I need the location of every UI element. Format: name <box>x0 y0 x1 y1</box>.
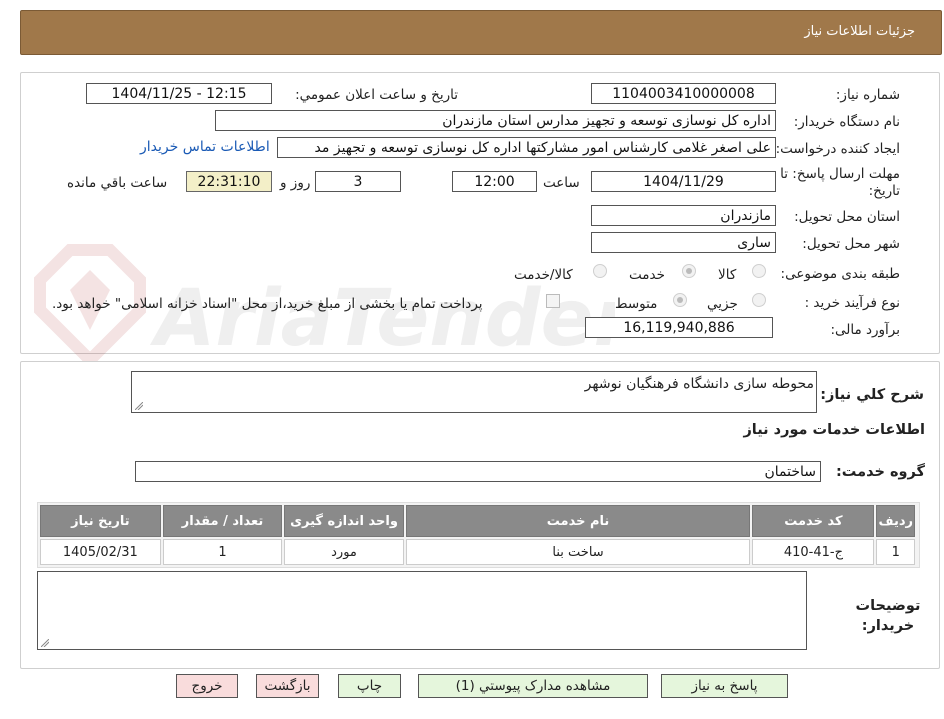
service-group-field: ساختمان <box>135 461 821 482</box>
cell-service-name: ساخت بنا <box>405 539 751 565</box>
cell-service-code: ج-41-410 <box>752 539 875 565</box>
requester-field: علی اصغر غلامی کارشناس امور مشارکتها ادا… <box>277 137 776 158</box>
cell-row-number: 1 <box>876 539 915 565</box>
budget-field: 16,119,940,886 <box>585 317 773 338</box>
remaining-label: ساعت باقي مانده <box>67 175 168 191</box>
reply-button[interactable]: پاسخ به نياز <box>661 674 788 698</box>
process-option-minor: جزيي <box>707 296 738 312</box>
process-option-medium: متوسط <box>615 296 658 312</box>
province-field: مازندران <box>591 205 776 226</box>
print-button[interactable]: چاپ <box>338 674 401 698</box>
payment-note: پرداخت تمام یا بخشی از مبلغ خرید،از محل … <box>52 296 483 312</box>
requester-label: ايجاد کننده درخواست: <box>775 141 900 157</box>
deadline-time-field: 12:00 <box>452 171 537 192</box>
deadline-label: مهلت ارسال پاسخ: تا تاریخ: <box>780 166 900 199</box>
col-header-row-number: رديف <box>876 505 915 537</box>
category-option-goods-service: کالا/خدمت <box>514 267 573 283</box>
category-option-goods: کالا <box>718 267 737 283</box>
table-header-row: رديف کد خدمت نام خدمت واحد اندازه گيری ت… <box>40 505 915 537</box>
category-label: طبقه بندی موضوعی: <box>780 266 900 282</box>
cell-need-date: 1405/02/31 <box>40 539 161 565</box>
process-radio-medium[interactable] <box>673 293 687 307</box>
page-header: جزئیات اطلاعات نیاز <box>20 10 942 55</box>
buyer-contact-link[interactable]: اطلاعات تماس خريدار <box>140 139 270 155</box>
day-and-label: روز و <box>280 175 311 191</box>
category-radio-service[interactable] <box>682 264 696 278</box>
description-label: شرح کلي نياز: <box>820 387 924 403</box>
table-row: 1 ج-41-410 ساخت بنا مورد 1 1405/02/31 <box>40 539 915 565</box>
remaining-time-field: 22:31:10 <box>186 171 272 192</box>
buyer-notes-textarea[interactable] <box>37 571 807 650</box>
deadline-date-field: 1404/11/29 <box>591 171 776 192</box>
announce-field: 1404/11/25 - 12:15 <box>86 83 272 104</box>
buyer-org-field: اداره کل نوسازی توسعه و تجهیز مدارس استا… <box>215 110 776 131</box>
description-textarea[interactable]: محوطه سازی دانشگاه فرهنگیان نوشهر <box>131 371 817 413</box>
services-heading: اطلاعات خدمات مورد نياز <box>743 422 925 438</box>
col-header-service-name: نام خدمت <box>405 505 751 537</box>
col-header-need-date: تاريخ نياز <box>40 505 161 537</box>
city-label: شهر محل تحويل: <box>802 236 900 252</box>
cell-unit: مورد <box>284 539 404 565</box>
need-number-field: 1104003410000008 <box>591 83 776 104</box>
resize-handle-icon[interactable] <box>135 402 143 410</box>
city-field: ساری <box>591 232 776 253</box>
payment-checkbox[interactable] <box>546 294 560 308</box>
days-remaining-field: 3 <box>315 171 401 192</box>
deadline-time-label: ساعت <box>543 175 580 191</box>
buyer-notes-label: توضيحات خريدار: <box>855 598 921 634</box>
watermark-text: AriaTender.net <box>149 274 615 364</box>
process-label: نوع فرآيند خريد : <box>804 295 900 311</box>
service-group-label: گروه خدمت: <box>835 464 925 480</box>
col-header-service-code: کد خدمت <box>752 505 875 537</box>
resize-handle-icon[interactable] <box>41 639 49 647</box>
view-attachments-button[interactable]: مشاهده مدارک پيوستي (1) <box>418 674 648 698</box>
province-label: استان محل تحويل: <box>794 209 900 225</box>
process-radio-minor[interactable] <box>752 293 766 307</box>
category-radio-goods-service[interactable] <box>593 264 607 278</box>
budget-label: برآورد مالی: <box>830 322 900 338</box>
category-radio-goods[interactable] <box>752 264 766 278</box>
exit-button[interactable]: خروج <box>176 674 238 698</box>
page-title: جزئیات اطلاعات نیاز <box>804 24 915 39</box>
buyer-org-label: نام دستگاه خريدار: <box>793 114 900 130</box>
cell-quantity: 1 <box>162 539 283 565</box>
back-button[interactable]: بازگشت <box>256 674 319 698</box>
announce-label: تاریخ و ساعت اعلان عمومي: <box>295 87 458 103</box>
services-table: رديف کد خدمت نام خدمت واحد اندازه گيری ت… <box>38 503 917 567</box>
description-text: محوطه سازی دانشگاه فرهنگیان نوشهر <box>584 376 814 392</box>
col-header-quantity: تعداد / مقدار <box>162 505 283 537</box>
need-number-label: شماره نیاز: <box>835 87 900 103</box>
services-table-wrapper: رديف کد خدمت نام خدمت واحد اندازه گيری ت… <box>37 502 920 568</box>
category-option-service: خدمت <box>629 267 665 283</box>
col-header-unit: واحد اندازه گيری <box>284 505 404 537</box>
